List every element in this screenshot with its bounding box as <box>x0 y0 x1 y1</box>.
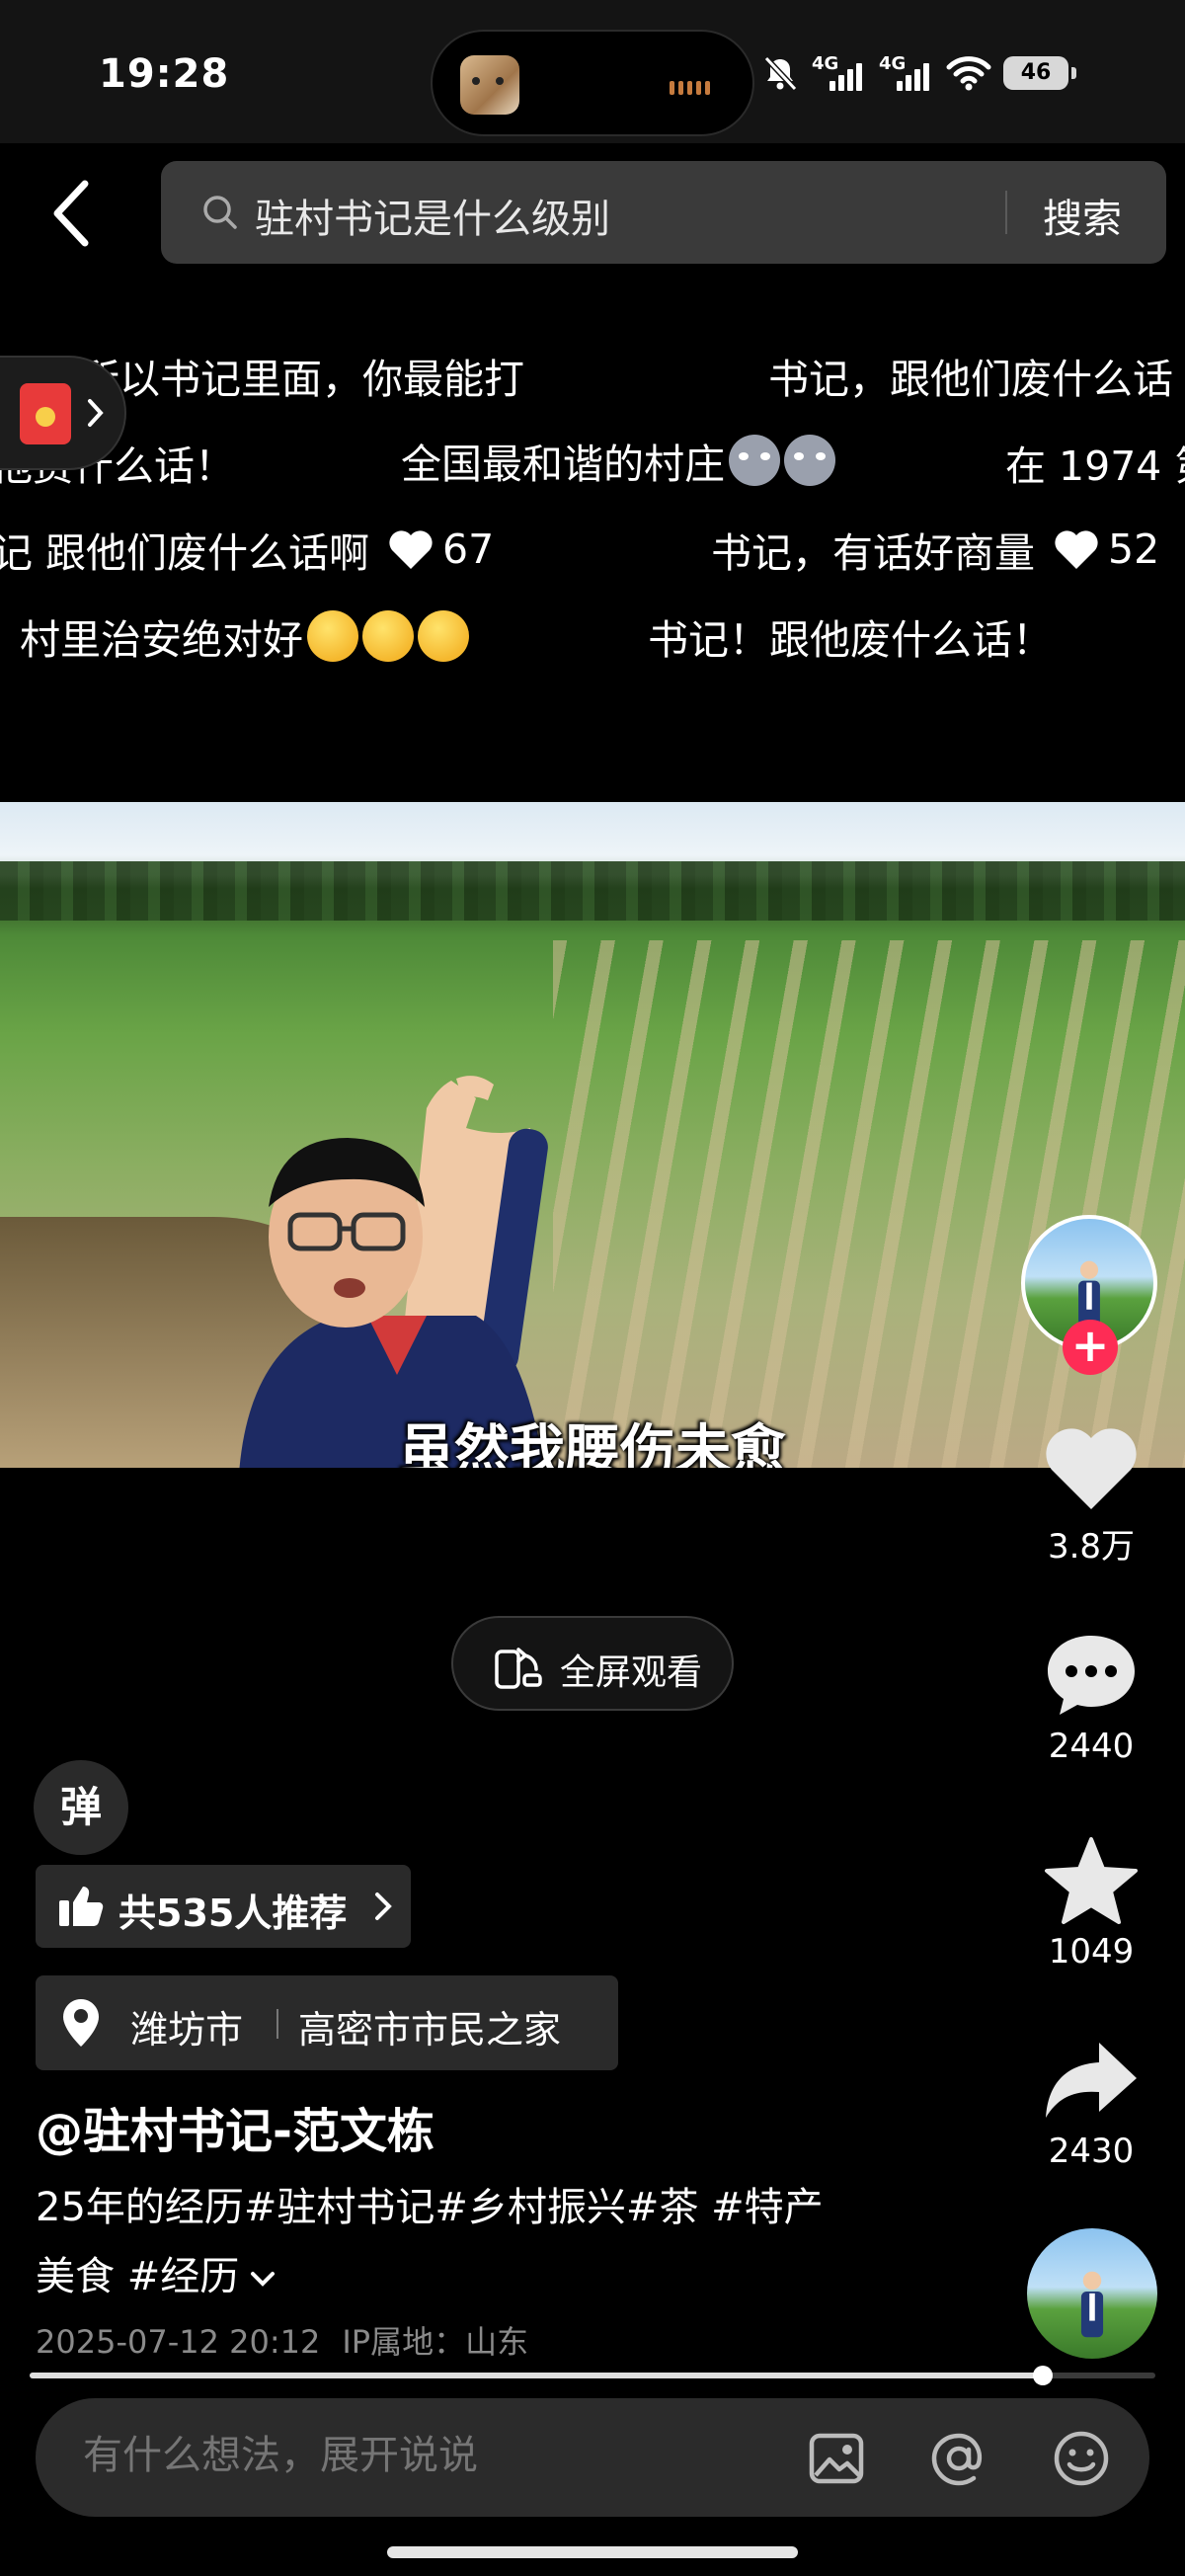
fullscreen-button[interactable]: 全屏观看 <box>451 1616 734 1711</box>
like-button[interactable]: 3.8万 <box>1017 1422 1165 1568</box>
cell-signal-2-icon: 4G <box>879 53 934 93</box>
video-subtitle: 虽然我腰伤未愈 <box>399 1419 786 1468</box>
location-city: 潍坊市 <box>130 2008 244 2052</box>
home-indicator[interactable] <box>387 2546 798 2558</box>
bell-off-icon <box>763 55 798 92</box>
like-count: 3.8万 <box>1047 1527 1136 1567</box>
search-icon <box>203 196 237 229</box>
post-ip-location: IP属地：山东 <box>342 2323 529 2361</box>
progress-fill <box>30 2373 1043 2378</box>
comment-button[interactable]: 2440 <box>1017 1630 1165 1766</box>
comment-input[interactable] <box>83 2434 774 2478</box>
shy-face-emoji-icon <box>362 610 414 662</box>
shy-face-emoji-icon <box>418 610 469 662</box>
thumbs-up-icon <box>59 1887 104 1926</box>
video-player[interactable]: 虽然我腰伤未愈 <box>0 802 1185 1468</box>
video-crop-rows <box>553 940 1185 1468</box>
chevron-down-icon[interactable] <box>249 2269 276 2289</box>
heart-icon <box>1046 1428 1137 1509</box>
dynamic-island[interactable] <box>431 30 754 136</box>
emoji-icon[interactable] <box>1051 2428 1112 2489</box>
cell-signal-1-icon: 4G <box>812 53 867 93</box>
post-meta: 2025-07-12 20:12 IP属地：山东 <box>36 2317 528 2363</box>
share-button[interactable]: 2430 <box>1017 2035 1165 2171</box>
image-icon[interactable] <box>806 2428 867 2489</box>
progress-knob[interactable] <box>1033 2366 1053 2385</box>
cat-emoji-icon <box>784 435 835 486</box>
search-bar[interactable]: 驻村书记是什么级别 搜索 <box>161 161 1166 264</box>
fullscreen-icon <box>495 1648 542 1689</box>
shy-face-emoji-icon <box>307 610 358 662</box>
search-divider <box>1005 191 1007 234</box>
red-packet-icon <box>20 383 71 444</box>
location-chip[interactable]: 潍坊市 高密市市民之家 <box>36 1975 618 2070</box>
favorite-button[interactable]: 1049 <box>1017 1835 1165 1972</box>
video-tree-line <box>0 861 1185 921</box>
post-datetime: 2025-07-12 20:12 <box>36 2323 321 2361</box>
search-query[interactable]: 驻村书记是什么级别 <box>255 187 610 244</box>
danmaku-like-count: 52 <box>1108 525 1160 573</box>
description-line-1: 25年的经历#驻村书记#乡村振兴#茶 #特产 <box>36 2185 824 2230</box>
danmaku-like-count: 67 <box>442 525 495 573</box>
author-name[interactable]: @驻村书记-范文栋 <box>36 2092 434 2161</box>
follow-button[interactable]: + <box>1063 1320 1118 1375</box>
at-icon[interactable] <box>928 2428 989 2489</box>
red-packet-widget[interactable] <box>0 356 126 470</box>
back-icon[interactable] <box>43 176 103 251</box>
comment-bar[interactable] <box>36 2398 1149 2517</box>
heart-icon <box>1055 530 1098 569</box>
location-pin-icon <box>63 1999 99 2047</box>
danmaku-item[interactable]: 书记！跟他废什么话！ <box>648 606 1053 666</box>
danmaku-item[interactable]: 书记，跟他们废什么话 <box>768 346 1173 405</box>
danmaku-item[interactable]: 书记，有话好商量 52 <box>711 520 1159 579</box>
star-icon <box>1045 1837 1138 1924</box>
fullscreen-label: 全屏观看 <box>560 1652 703 1693</box>
heart-icon <box>389 530 433 569</box>
music-disc-avatar[interactable] <box>1027 2228 1157 2359</box>
wifi-icon <box>946 56 991 91</box>
status-time: 19:28 <box>99 51 230 97</box>
danmaku-item[interactable]: 记 跟他们废什么话啊 67 <box>0 520 494 579</box>
cat-emoji-icon <box>729 435 780 486</box>
music-cover-thumbnail <box>460 55 519 115</box>
danmaku-item[interactable]: 村里治安绝对好 <box>20 606 469 666</box>
comment-count: 2440 <box>1048 1727 1135 1766</box>
recommend-chip[interactable]: 共535人推荐 <box>36 1865 411 1948</box>
comment-icon <box>1048 1636 1135 1715</box>
status-icons: 4G 4G 46 <box>760 51 1076 95</box>
danmaku-item[interactable]: 所以书记里面，你最能打 <box>79 346 524 405</box>
avatar-person <box>1080 2271 1104 2337</box>
favorite-count: 1049 <box>1048 1932 1135 1972</box>
danmaku-toggle-button[interactable]: 弹 <box>34 1760 128 1855</box>
video-progress-bar[interactable] <box>30 2366 1155 2385</box>
share-icon <box>1046 2043 1137 2118</box>
recommend-label: 共535人推荐 <box>118 1892 348 1935</box>
status-bar: 19:28 4G 4G 46 <box>0 0 1185 143</box>
video-description[interactable]: 25年的经历#驻村书记#乡村振兴#茶 #特产 美食 #经历 <box>36 2173 924 2311</box>
chevron-right-icon <box>375 1892 392 1920</box>
audio-wave-icon <box>670 77 723 95</box>
location-place: 高密市市民之家 <box>298 2008 562 2052</box>
danmaku-item[interactable]: 全国最和谐的村庄 <box>401 431 835 490</box>
danmaku-overlay: 所以书记里面，你最能打 书记，跟他们废什么话 他费什么话！ 全国最和谐的村庄 在… <box>0 326 1185 682</box>
share-count: 2430 <box>1048 2132 1135 2171</box>
location-divider <box>276 2009 278 2039</box>
chevron-right-icon <box>88 399 104 427</box>
danmaku-item[interactable]: 在 1974 第 <box>1005 433 1185 492</box>
battery-indicator: 46 <box>1003 56 1076 90</box>
search-button[interactable]: 搜索 <box>1043 187 1122 244</box>
description-line-2: 美食 #经历 <box>36 2254 240 2299</box>
